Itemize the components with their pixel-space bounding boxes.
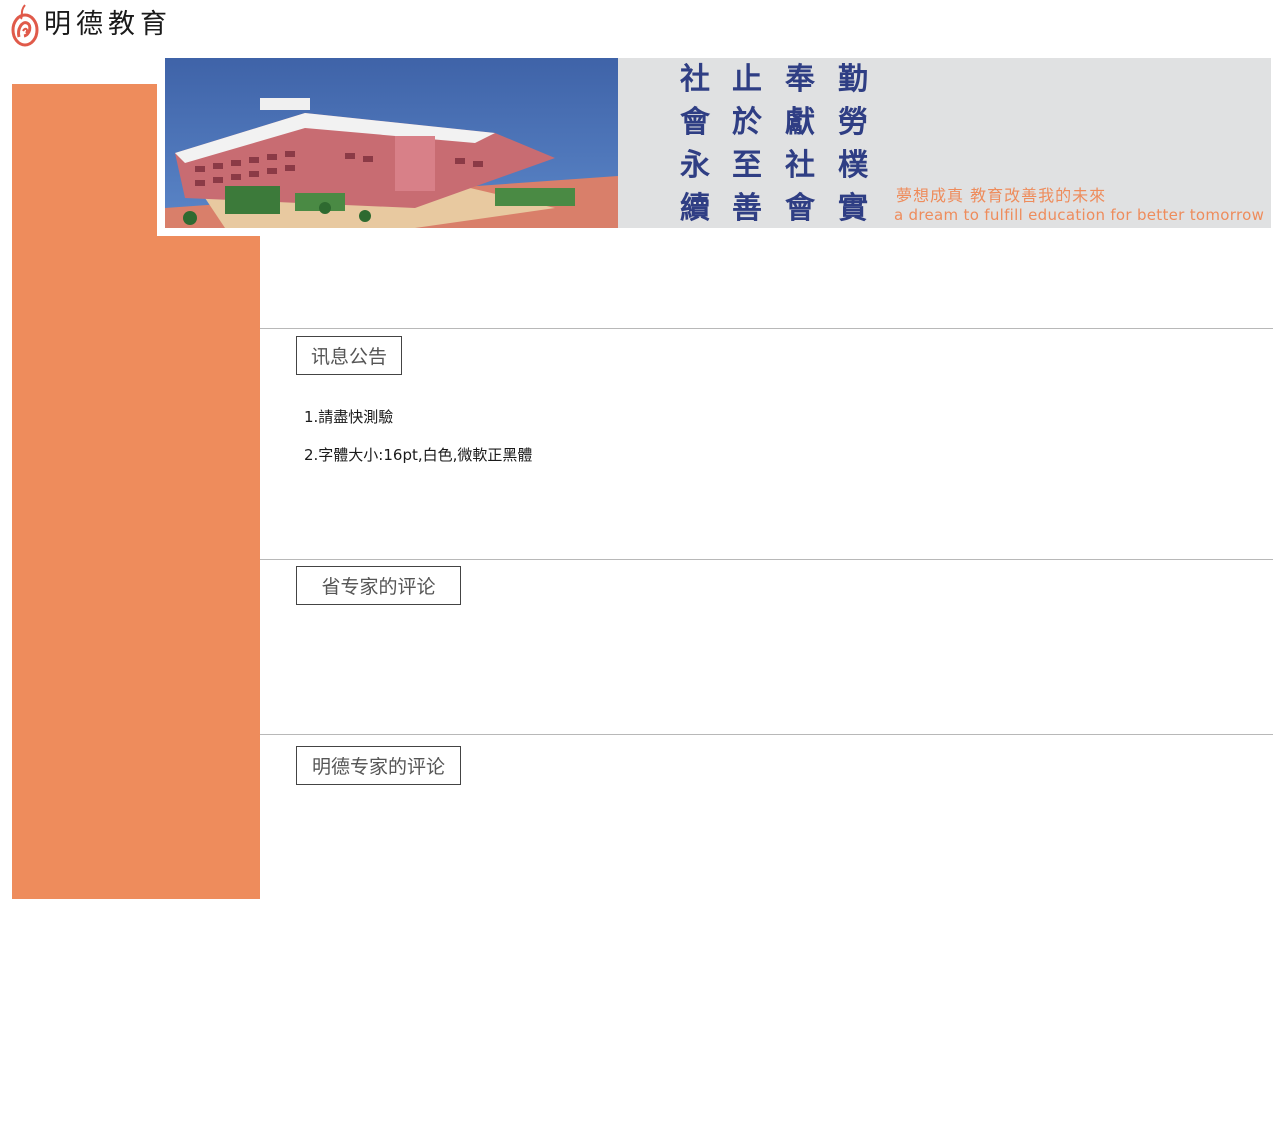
motto-column: 止 於 至 善 <box>729 58 765 228</box>
slogan-chinese: 夢想成真 教育改善我的未來 <box>896 186 1107 205</box>
motto-column: 奉 獻 社 會 <box>782 58 818 228</box>
motto-char: 勤 <box>838 62 868 97</box>
motto-char: 勞 <box>838 105 868 140</box>
logo-text: 明德教育 <box>44 9 172 40</box>
provincial-expert-reviews-title[interactable]: 省专家的评论 <box>296 566 461 605</box>
motto-char: 善 <box>732 191 762 226</box>
motto-char: 於 <box>732 105 762 140</box>
campus-photo <box>165 58 618 228</box>
announcements-title[interactable]: 讯息公告 <box>296 336 402 375</box>
motto-char: 社 <box>785 148 815 183</box>
header-banner: 勤 勞 樸 實 奉 獻 社 會 止 於 至 善 社 會 永 續 夢想成真 教育改… <box>165 58 1271 228</box>
section-divider <box>260 734 1273 735</box>
school-motto: 勤 勞 樸 實 奉 獻 社 會 止 於 至 善 社 會 永 續 <box>675 58 890 228</box>
motto-char: 會 <box>680 105 710 140</box>
announcement-item: 1.請盡快測驗 <box>304 408 394 426</box>
motto-char: 實 <box>838 191 868 226</box>
motto-char: 止 <box>732 62 762 97</box>
flame-swirl-icon <box>10 3 40 47</box>
site-logo[interactable]: 明德教育 <box>10 2 172 48</box>
announcement-item: 2.字體大小:16pt,白色,微軟正黑體 <box>304 446 533 464</box>
slogan-english: a dream to fulfill education for better … <box>894 206 1265 224</box>
motto-char: 樸 <box>838 148 868 183</box>
motto-char: 社 <box>680 62 710 97</box>
motto-char: 獻 <box>785 105 815 140</box>
motto-char: 永 <box>680 148 710 183</box>
motto-char: 至 <box>732 148 762 183</box>
motto-char: 會 <box>785 191 815 226</box>
motto-char: 奉 <box>785 62 815 97</box>
section-divider <box>260 328 1273 329</box>
mingde-expert-reviews-title[interactable]: 明德专家的评论 <box>296 746 461 785</box>
section-divider <box>260 559 1273 560</box>
motto-char: 續 <box>680 191 710 226</box>
motto-column: 勤 勞 樸 實 <box>835 58 871 228</box>
motto-column: 社 會 永 續 <box>677 58 713 228</box>
